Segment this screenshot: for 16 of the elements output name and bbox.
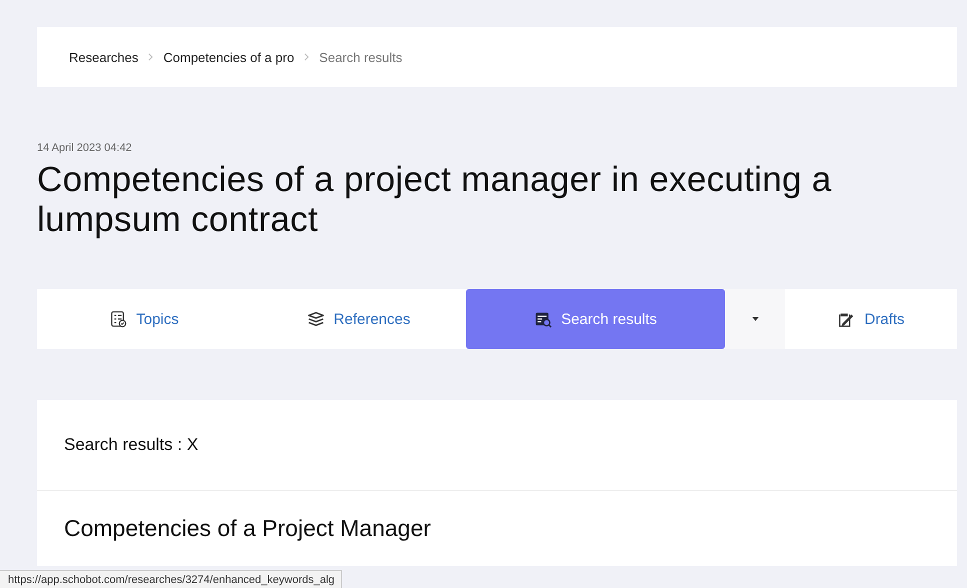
result-title: Competencies of a Project Manager xyxy=(64,515,432,542)
results-heading: Search results : X xyxy=(64,435,198,455)
checklist-icon xyxy=(109,310,128,328)
breadcrumb-link[interactable]: Search results xyxy=(319,50,402,64)
status-url: https://app.schobot.com/researches/3274/enhanced_keywords_alg xyxy=(0,570,342,588)
chevron-icon xyxy=(304,53,310,61)
breadcrumb-link[interactable]: Researches xyxy=(69,50,138,64)
breadcrumb-link[interactable]: Competencies of a pro xyxy=(163,50,294,64)
books-icon xyxy=(306,310,325,328)
tab[interactable]: Search results xyxy=(466,289,725,349)
page-title: Competencies of a project manager in executing a lumpsum contract xyxy=(37,160,833,240)
date-text: 14 April 2023 04:42 xyxy=(37,142,133,154)
caret-icon xyxy=(752,317,758,321)
document-search-icon xyxy=(534,310,552,328)
chevron-icon xyxy=(148,53,154,61)
dropdown-button[interactable] xyxy=(725,289,785,349)
